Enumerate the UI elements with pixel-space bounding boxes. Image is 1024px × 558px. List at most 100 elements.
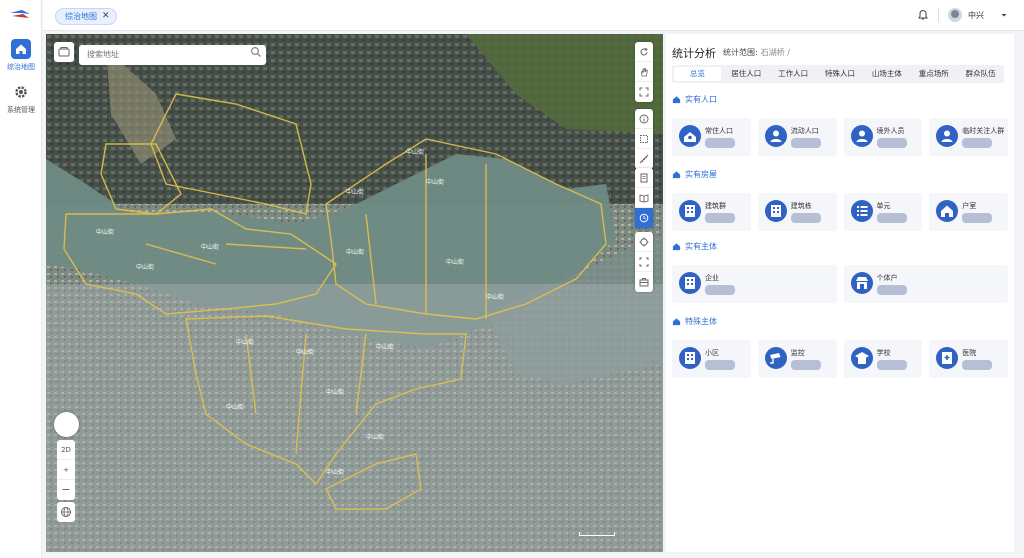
stat-card[interactable]: 户室: [929, 193, 1008, 231]
clock-button[interactable]: [635, 208, 653, 228]
person-icon: [850, 125, 873, 147]
sidebar-item-system[interactable]: 系统管理: [0, 82, 42, 120]
zoom-in-button[interactable]: +: [57, 460, 75, 480]
svg-text:中山街: 中山街: [446, 258, 464, 266]
building-icon: [679, 347, 701, 369]
map-toolbar-top: [635, 42, 653, 102]
tab-4[interactable]: 山场主体: [863, 65, 910, 83]
tab-0[interactable]: 总览: [674, 67, 721, 81]
stat-label: 常住人口: [705, 127, 733, 135]
refresh-button[interactable]: [635, 42, 653, 62]
pan-button[interactable]: [635, 62, 653, 82]
sidebar-item-map[interactable]: 综治地图: [0, 39, 42, 77]
svg-text:中山街: 中山街: [376, 343, 394, 351]
locate-button[interactable]: [635, 232, 653, 252]
building-icon: [672, 243, 681, 251]
svg-text:中山街: 中山街: [346, 188, 364, 196]
gear-icon: [11, 82, 31, 102]
svg-text:中山街: 中山街: [346, 248, 364, 256]
stat-value-redacted: [705, 213, 735, 223]
document-icon: [640, 173, 648, 182]
section-title: 特殊主体: [685, 317, 717, 326]
section-header: 实有人口: [672, 94, 717, 105]
tab-3[interactable]: 特殊人口: [817, 65, 864, 83]
stat-card[interactable]: 临时关注人群: [929, 118, 1008, 156]
home-icon: [936, 200, 959, 222]
search-input[interactable]: [79, 44, 266, 65]
sidebar-item-label: 综治地图: [7, 63, 35, 71]
close-icon[interactable]: ✕: [102, 9, 110, 24]
scale-bar: [579, 532, 615, 536]
tab-map[interactable]: 综治地图 ✕: [55, 8, 117, 25]
measure-button[interactable]: [635, 149, 653, 169]
stat-value-redacted: [705, 285, 735, 295]
stat-label: 小区: [705, 349, 719, 357]
hospital-icon: [936, 347, 959, 369]
select-button[interactable]: [635, 129, 653, 149]
home-icon: [672, 171, 681, 179]
zoom-out-button[interactable]: −: [57, 480, 75, 500]
stat-card[interactable]: 境外人员: [843, 118, 923, 156]
stat-card[interactable]: 建筑群: [672, 193, 751, 231]
map-toolbar-middle: [635, 109, 653, 169]
tab-5[interactable]: 重点场所: [910, 65, 957, 83]
fullscreen-button[interactable]: [635, 82, 653, 102]
stat-card[interactable]: 学校: [843, 340, 923, 378]
frame-button[interactable]: [635, 252, 653, 272]
stat-value-redacted: [962, 213, 993, 223]
top-bar: 综治地图 ✕ 中兴: [43, 0, 1024, 31]
section-header: 实有房屋: [672, 169, 717, 180]
stat-value-redacted: [962, 360, 993, 370]
map-toolbar-bottom: [635, 232, 653, 292]
tab-6[interactable]: 群众队伍: [957, 65, 1004, 83]
stat-card[interactable]: 小区: [672, 340, 751, 378]
stat-card[interactable]: 常住人口: [672, 118, 751, 156]
stat-label: 户室: [962, 202, 977, 210]
stat-label: 单元: [876, 202, 891, 210]
camera-icon: [764, 347, 787, 369]
stat-value-redacted: [876, 360, 907, 370]
view-mode-toggle[interactable]: 2D: [57, 440, 75, 460]
stat-card[interactable]: 单元: [843, 193, 923, 231]
map-view[interactable]: 中山街 中山街 中山街 中山街 中山街 中山街 中山街 中山街 中山街 中山街 中山街 中山…: [46, 34, 663, 552]
stat-label: 医院: [962, 349, 977, 357]
tab-2[interactable]: 工作人口: [770, 65, 817, 83]
document-button[interactable]: [635, 168, 653, 188]
stat-value-redacted: [705, 360, 735, 370]
building-icon: [679, 200, 701, 222]
person-icon: [764, 125, 787, 147]
svg-text:中山街: 中山街: [326, 388, 344, 396]
stat-card[interactable]: 企业: [672, 265, 837, 303]
info-button[interactable]: [635, 109, 653, 129]
school-icon: [850, 347, 873, 369]
layers-button[interactable]: [54, 42, 74, 62]
search-icon[interactable]: [250, 46, 262, 58]
stat-label: 企业: [705, 274, 719, 282]
info-icon: [639, 114, 649, 123]
caret-down-icon[interactable]: [1000, 11, 1008, 19]
book-button[interactable]: [635, 188, 653, 208]
bell-icon[interactable]: [917, 9, 929, 21]
stat-value-redacted: [876, 138, 907, 148]
range-value[interactable]: 石湖桥 /: [761, 48, 790, 57]
globe-button[interactable]: [57, 502, 75, 522]
stat-value-redacted: [962, 138, 993, 148]
toolbox-button[interactable]: [635, 272, 653, 292]
stat-value-redacted: [705, 138, 735, 148]
svg-text:中山街: 中山街: [366, 433, 384, 441]
compass-control[interactable]: [54, 412, 79, 437]
sidebar-item-label: 系统管理: [7, 106, 35, 114]
sidebar: 综治地图 系统管理: [0, 0, 42, 558]
satellite-map: 中山街中山街 中山街中山街 中山街中山街 中山街中山街 中山街中山街 中山街中山…: [46, 34, 663, 552]
person-icon: [936, 125, 959, 147]
stat-card[interactable]: 医院: [929, 340, 1008, 378]
avatar[interactable]: [948, 8, 962, 22]
stat-card[interactable]: 建筑栋: [757, 193, 837, 231]
stat-card[interactable]: 监控: [757, 340, 837, 378]
statistics-panel: 统计分析 统计范围: 石湖桥 / 总览 居住人口 工作人口 特殊人口 山场主体 重点场所 群众…: [666, 34, 1014, 552]
svg-text:中山街: 中山街: [326, 468, 344, 476]
stat-card[interactable]: 流动人口: [757, 118, 837, 156]
tab-1[interactable]: 居住人口: [723, 65, 770, 83]
user-name[interactable]: 中兴: [968, 10, 984, 21]
stat-card[interactable]: 个体户: [843, 265, 1008, 303]
